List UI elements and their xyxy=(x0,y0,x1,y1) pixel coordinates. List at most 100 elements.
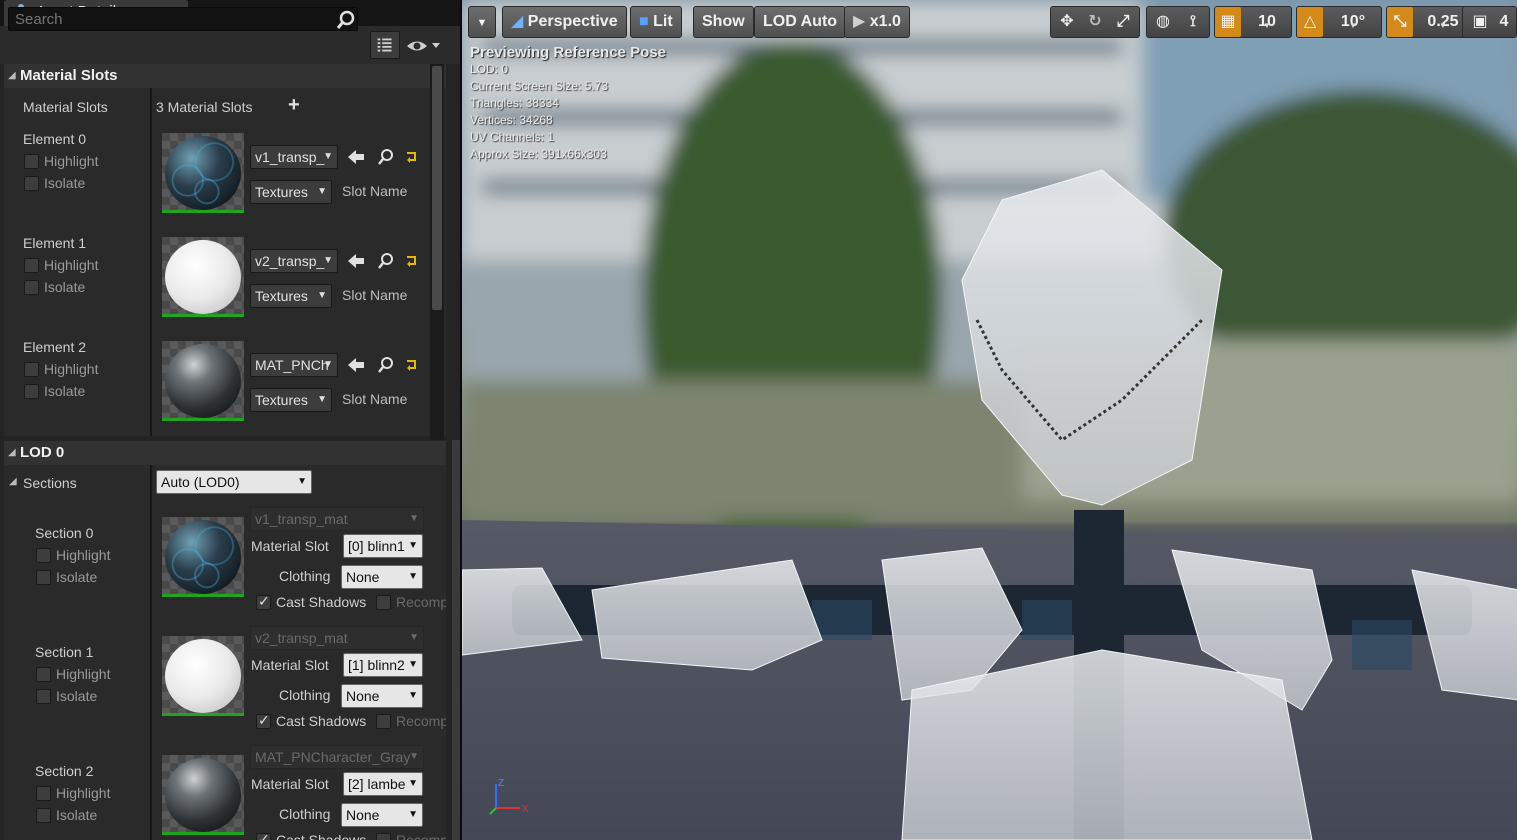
clothing-select[interactable]: None ▼ xyxy=(341,803,423,827)
dropdown-arrow-icon: ▼ xyxy=(1263,21,1271,30)
material-thumbnail[interactable] xyxy=(162,133,244,213)
checkbox[interactable] xyxy=(24,258,39,273)
material-slot-select[interactable]: [1] blinn2 ▼ xyxy=(343,653,423,677)
camera-icon[interactable]: ▣ xyxy=(1467,7,1493,37)
browse-search-icon[interactable] xyxy=(376,251,396,271)
checkbox[interactable] xyxy=(24,154,39,169)
collapse-arrow-icon[interactable]: ◢ xyxy=(8,441,16,465)
use-selected-arrow-icon[interactable] xyxy=(346,147,366,167)
rotation-snap-icon[interactable]: △ xyxy=(1297,7,1323,37)
highlight-checkbox[interactable]: Highlight xyxy=(24,361,98,377)
checkbox[interactable] xyxy=(256,712,271,729)
lit-button[interactable]: ■ Lit xyxy=(630,6,682,38)
highlight-checkbox[interactable]: Highlight xyxy=(24,257,98,273)
checkbox[interactable] xyxy=(376,833,391,840)
recompute-checkbox[interactable]: Recomp xyxy=(376,594,446,610)
world-globe-icon[interactable]: ◍ xyxy=(1149,7,1177,37)
browse-search-icon[interactable] xyxy=(376,355,396,375)
perspective-button[interactable]: ◢ Perspective xyxy=(502,6,627,38)
isolate-checkbox[interactable]: Isolate xyxy=(24,175,85,191)
scale-tool-icon[interactable]: ⤢ xyxy=(1109,7,1137,37)
highlight-checkbox[interactable]: Highlight xyxy=(36,785,110,801)
recompute-checkbox[interactable]: Recomp xyxy=(376,713,446,729)
sections-collapse-arrow-icon[interactable]: ◢ xyxy=(9,476,17,487)
use-selected-arrow-icon[interactable] xyxy=(346,355,366,375)
scrollbar-track[interactable] xyxy=(452,440,460,840)
reset-to-default-icon[interactable] xyxy=(402,355,422,375)
browse-search-icon[interactable] xyxy=(376,147,396,167)
search-icon[interactable] xyxy=(336,10,356,30)
playback-speed-button[interactable]: ▶ x1.0 xyxy=(844,6,910,38)
column-divider[interactable] xyxy=(150,465,152,840)
viewport-options-button[interactable]: ▼ xyxy=(468,6,496,38)
textures-select[interactable]: Textures ▼ xyxy=(250,180,332,204)
isolate-checkbox[interactable]: Isolate xyxy=(36,569,97,585)
textures-select[interactable]: Textures ▼ xyxy=(250,284,332,308)
use-selected-arrow-icon[interactable] xyxy=(346,251,366,271)
rotation-snap-value[interactable]: 10° ▼ xyxy=(1325,7,1381,37)
visibility-eye-icon[interactable] xyxy=(405,36,445,56)
clothing-select[interactable]: None ▼ xyxy=(341,565,423,589)
lod-select[interactable]: Auto (LOD0) ▼ xyxy=(156,470,312,494)
material-select-value: MAT_PNCh xyxy=(255,357,329,373)
checkbox[interactable] xyxy=(36,548,51,563)
camera-speed-value[interactable]: 4 xyxy=(1493,7,1515,37)
checkbox[interactable] xyxy=(376,595,391,610)
rotate-tool-icon[interactable]: ↻ xyxy=(1081,7,1109,37)
cast-shadows-checkbox[interactable]: Cast Shadows xyxy=(256,712,366,729)
material-thumbnail[interactable] xyxy=(162,341,244,421)
checkbox[interactable] xyxy=(256,831,271,840)
material-select[interactable]: v2_transp_ ▼ xyxy=(250,249,338,273)
translate-tool-icon[interactable]: ✥ xyxy=(1053,7,1081,37)
preview-viewport[interactable]: ▼ ◢ Perspective ■ Lit Show LOD Auto ▶ x1… xyxy=(460,0,1517,840)
checkbox[interactable] xyxy=(24,280,39,295)
checkbox[interactable] xyxy=(36,808,51,823)
clothing-select[interactable]: None ▼ xyxy=(341,684,423,708)
isolate-checkbox[interactable]: Isolate xyxy=(36,807,97,823)
material-select[interactable]: MAT_PNCh ▼ xyxy=(250,353,338,377)
material-thumbnail[interactable] xyxy=(162,237,244,317)
checkbox[interactable] xyxy=(36,689,51,704)
textures-select[interactable]: Textures ▼ xyxy=(250,388,332,412)
cast-shadows-checkbox[interactable]: Cast Shadows xyxy=(256,593,366,610)
lod-auto-button[interactable]: LOD Auto xyxy=(754,6,847,38)
highlight-checkbox[interactable]: Highlight xyxy=(36,547,110,563)
scale-snap-icon[interactable]: ⤡ xyxy=(1387,7,1413,37)
search-input[interactable] xyxy=(8,7,358,31)
isolate-checkbox[interactable]: Isolate xyxy=(24,383,85,399)
collapse-arrow-icon[interactable]: ◢ xyxy=(8,64,16,88)
checkbox[interactable] xyxy=(24,362,39,377)
column-divider[interactable] xyxy=(150,88,152,436)
scrollbar-thumb[interactable] xyxy=(432,66,442,310)
material-thumbnail[interactable] xyxy=(162,636,244,716)
highlight-checkbox[interactable]: Highlight xyxy=(24,153,98,169)
add-material-slot-button[interactable]: + xyxy=(288,94,300,117)
checkbox[interactable] xyxy=(36,570,51,585)
material-slot-select[interactable]: [0] blinn1 ▼ xyxy=(343,534,423,558)
list-view-button[interactable] xyxy=(370,31,400,59)
isolate-checkbox[interactable]: Isolate xyxy=(24,279,85,295)
material-slot-select[interactable]: [2] lambe ▼ xyxy=(343,772,423,796)
checkbox[interactable] xyxy=(376,714,391,729)
element-label: Element 0 xyxy=(23,131,87,147)
checkbox[interactable] xyxy=(24,384,39,399)
isolate-checkbox[interactable]: Isolate xyxy=(36,688,97,704)
checkbox[interactable] xyxy=(36,786,51,801)
grid-snap-value[interactable]: 10 ▼ xyxy=(1243,7,1291,37)
show-button[interactable]: Show xyxy=(693,6,754,38)
material-thumbnail[interactable] xyxy=(162,755,244,835)
checkbox[interactable] xyxy=(36,667,51,682)
reset-to-default-icon[interactable] xyxy=(402,147,422,167)
recompute-checkbox[interactable]: Recomp xyxy=(376,832,446,840)
checkbox[interactable] xyxy=(256,593,271,610)
grid-snap-icon[interactable]: ▦ xyxy=(1215,7,1241,37)
material-select[interactable]: v1_transp_ ▼ xyxy=(250,145,338,169)
material-thumbnail[interactable] xyxy=(162,517,244,597)
cast-shadows-checkbox[interactable]: Cast Shadows xyxy=(256,831,366,840)
highlight-checkbox[interactable]: Highlight xyxy=(36,666,110,682)
reset-to-default-icon[interactable] xyxy=(402,251,422,271)
checkbox[interactable] xyxy=(24,176,39,191)
lod0-category[interactable]: ◢ LOD 0 xyxy=(4,441,446,465)
surface-snap-icon[interactable]: ⟟ xyxy=(1179,7,1207,37)
material-slots-category[interactable]: ◢ Material Slots xyxy=(4,64,446,88)
